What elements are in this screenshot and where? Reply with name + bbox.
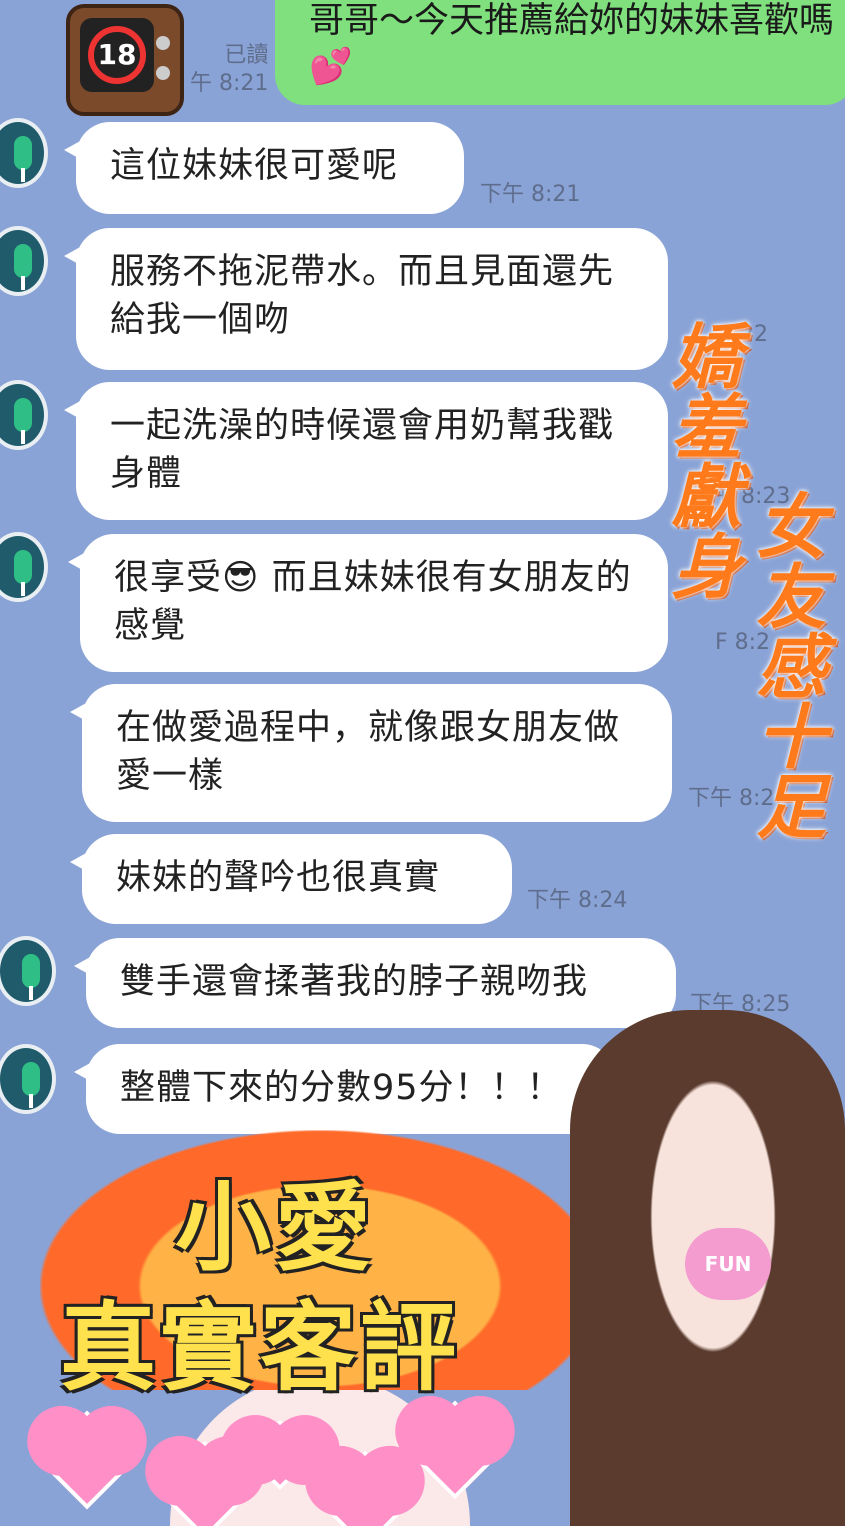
heart-icon xyxy=(315,1450,415,1526)
read-time: 午 8:21 xyxy=(190,71,269,96)
message-bubble[interactable]: 整體下來的分數95分！！！ xyxy=(74,1044,616,1134)
tv-avatar-icon[interactable]: 18 xyxy=(66,4,184,116)
cactus-icon xyxy=(22,954,40,1000)
stamp-subtitle: 真實客評 xyxy=(60,1292,460,1404)
hearts-decoration xyxy=(0,1395,560,1526)
message-bubble[interactable]: 雙手還會揉著我的脖子親吻我 xyxy=(74,938,676,1028)
sender-avatar[interactable] xyxy=(0,118,48,188)
side-caption-right: 女友感十足 xyxy=(745,490,828,840)
tv-knob-icon xyxy=(156,36,170,50)
sender-avatar[interactable] xyxy=(0,380,48,450)
prohibited-sign-icon xyxy=(88,26,146,84)
stamp-title: 小愛 xyxy=(175,1172,375,1284)
message-time: 下午 8:21 xyxy=(480,182,581,207)
message-time: 下午 8:24 xyxy=(527,888,628,913)
message-bubble[interactable]: 在做愛過程中，就像跟女朋友做愛一樣 xyxy=(70,684,672,822)
read-status: 已讀 xyxy=(224,43,269,68)
sender-avatar[interactable] xyxy=(0,936,56,1006)
heart-mask-icon: FUN xyxy=(685,1228,771,1300)
heart-icon xyxy=(37,1410,137,1510)
cactus-icon xyxy=(22,1062,40,1108)
message-bubble[interactable]: 一起洗澡的時候還會用奶幫我戳身體 xyxy=(64,382,668,520)
message-bubble[interactable]: 服務不拖泥帶水。而且見面還先給我一個吻 xyxy=(64,228,668,370)
sender-avatar[interactable] xyxy=(0,532,48,602)
tv-knob-icon xyxy=(156,66,170,80)
cactus-icon xyxy=(14,550,32,596)
message-bubble[interactable]: 這位妹妹很可愛呢 xyxy=(64,122,464,214)
read-receipt: 已讀 午 8:21 xyxy=(190,42,268,98)
message-bubble[interactable]: 妹妹的聲吟也很真實 xyxy=(70,834,512,924)
side-caption-left: 嬌羞獻身 xyxy=(660,320,743,600)
chat-screen: 18 已讀 午 8:21 哥哥～今天推薦給妳的妹妹喜歡嗎💕 這位妹妹很可愛呢 下… xyxy=(0,0,845,1526)
cactus-icon xyxy=(14,244,32,290)
cactus-icon xyxy=(14,136,32,182)
sender-avatar[interactable] xyxy=(0,1044,56,1114)
cactus-icon xyxy=(14,398,32,444)
sender-avatar[interactable] xyxy=(0,226,48,296)
message-time: 22 xyxy=(740,322,768,347)
sent-message-bubble[interactable]: 哥哥～今天推薦給妳的妹妹喜歡嗎💕 xyxy=(275,0,845,105)
message-bubble[interactable]: 很享受😎 而且妹妹很有女朋友的感覺 xyxy=(68,534,668,672)
